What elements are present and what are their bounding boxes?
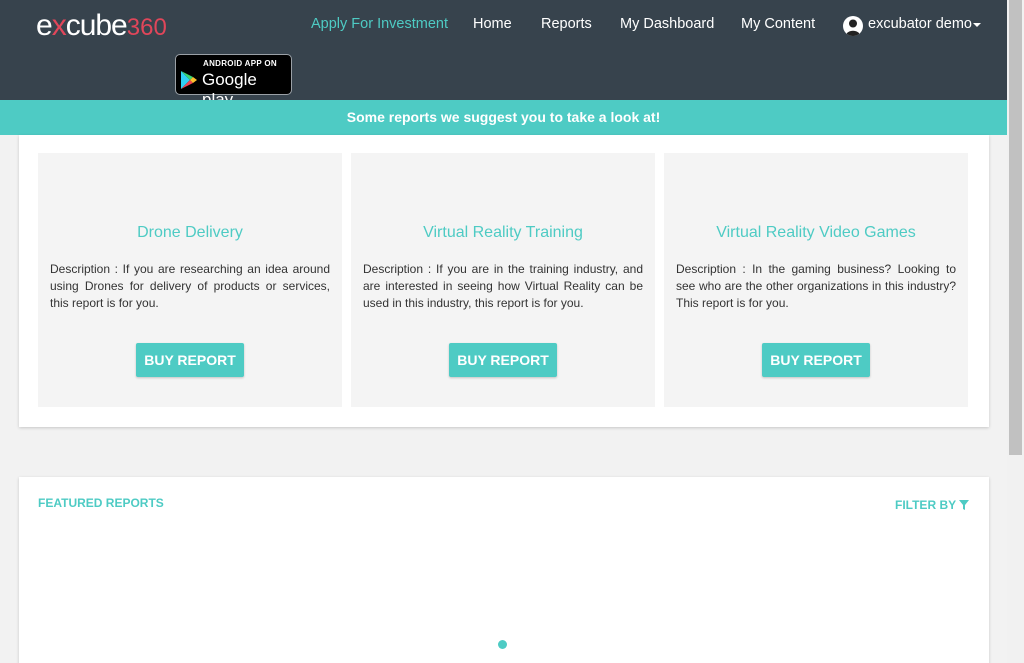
google-play-badge[interactable]: ANDROID APP ON Google play [175,54,292,109]
google-play-icon [181,71,197,89]
filter-by-button[interactable]: FILTER BY [895,498,956,512]
scrollbar-thumb[interactable] [1009,0,1022,455]
report-description: Description : If you are researching an … [50,262,330,310]
report-card-vr-video-games: Virtual Reality Video Games Description … [664,153,968,407]
nav-home[interactable]: Home [473,16,512,36]
excube-logo[interactable]: excube360 [36,9,167,43]
filter-icon[interactable] [959,500,969,510]
report-title[interactable]: Drone Delivery [38,224,342,242]
buy-report-button[interactable]: BUY REPORT [449,343,557,377]
suggested-reports-panel: Drone Delivery Description : If you are … [19,135,989,427]
nav-my-dashboard[interactable]: My Dashboard [620,16,714,36]
chevron-down-icon [973,23,981,27]
buy-report-button[interactable]: BUY REPORT [762,343,870,377]
top-navbar: excube360 ANDROID APP ON Google play App… [0,0,1007,109]
avatar-icon [843,16,863,36]
suggestion-banner: Some reports we suggest you to take a lo… [0,100,1007,135]
nav-reports[interactable]: Reports [541,16,592,36]
report-description: Description : If you are in the training… [363,262,643,310]
report-description: Description : In the gaming business? Lo… [676,262,956,310]
nav-my-content[interactable]: My Content [741,16,815,36]
buy-report-button[interactable]: BUY REPORT [136,343,244,377]
report-card-vr-training: Virtual Reality Training Description : I… [351,153,655,407]
nav-apply-for-investment[interactable]: Apply For Investment [311,16,448,36]
loading-indicator [498,640,507,649]
report-card-drone-delivery: Drone Delivery Description : If you are … [38,153,342,407]
featured-reports-title: FEATURED REPORTS [38,496,164,510]
report-title[interactable]: Virtual Reality Video Games [664,224,968,242]
gplay-small-text: ANDROID APP ON [203,59,277,68]
report-title[interactable]: Virtual Reality Training [351,224,655,242]
page-scrollbar[interactable] [1007,0,1024,663]
user-name: excubator demo [868,16,972,32]
featured-reports-panel: FEATURED REPORTS FILTER BY [19,477,989,663]
